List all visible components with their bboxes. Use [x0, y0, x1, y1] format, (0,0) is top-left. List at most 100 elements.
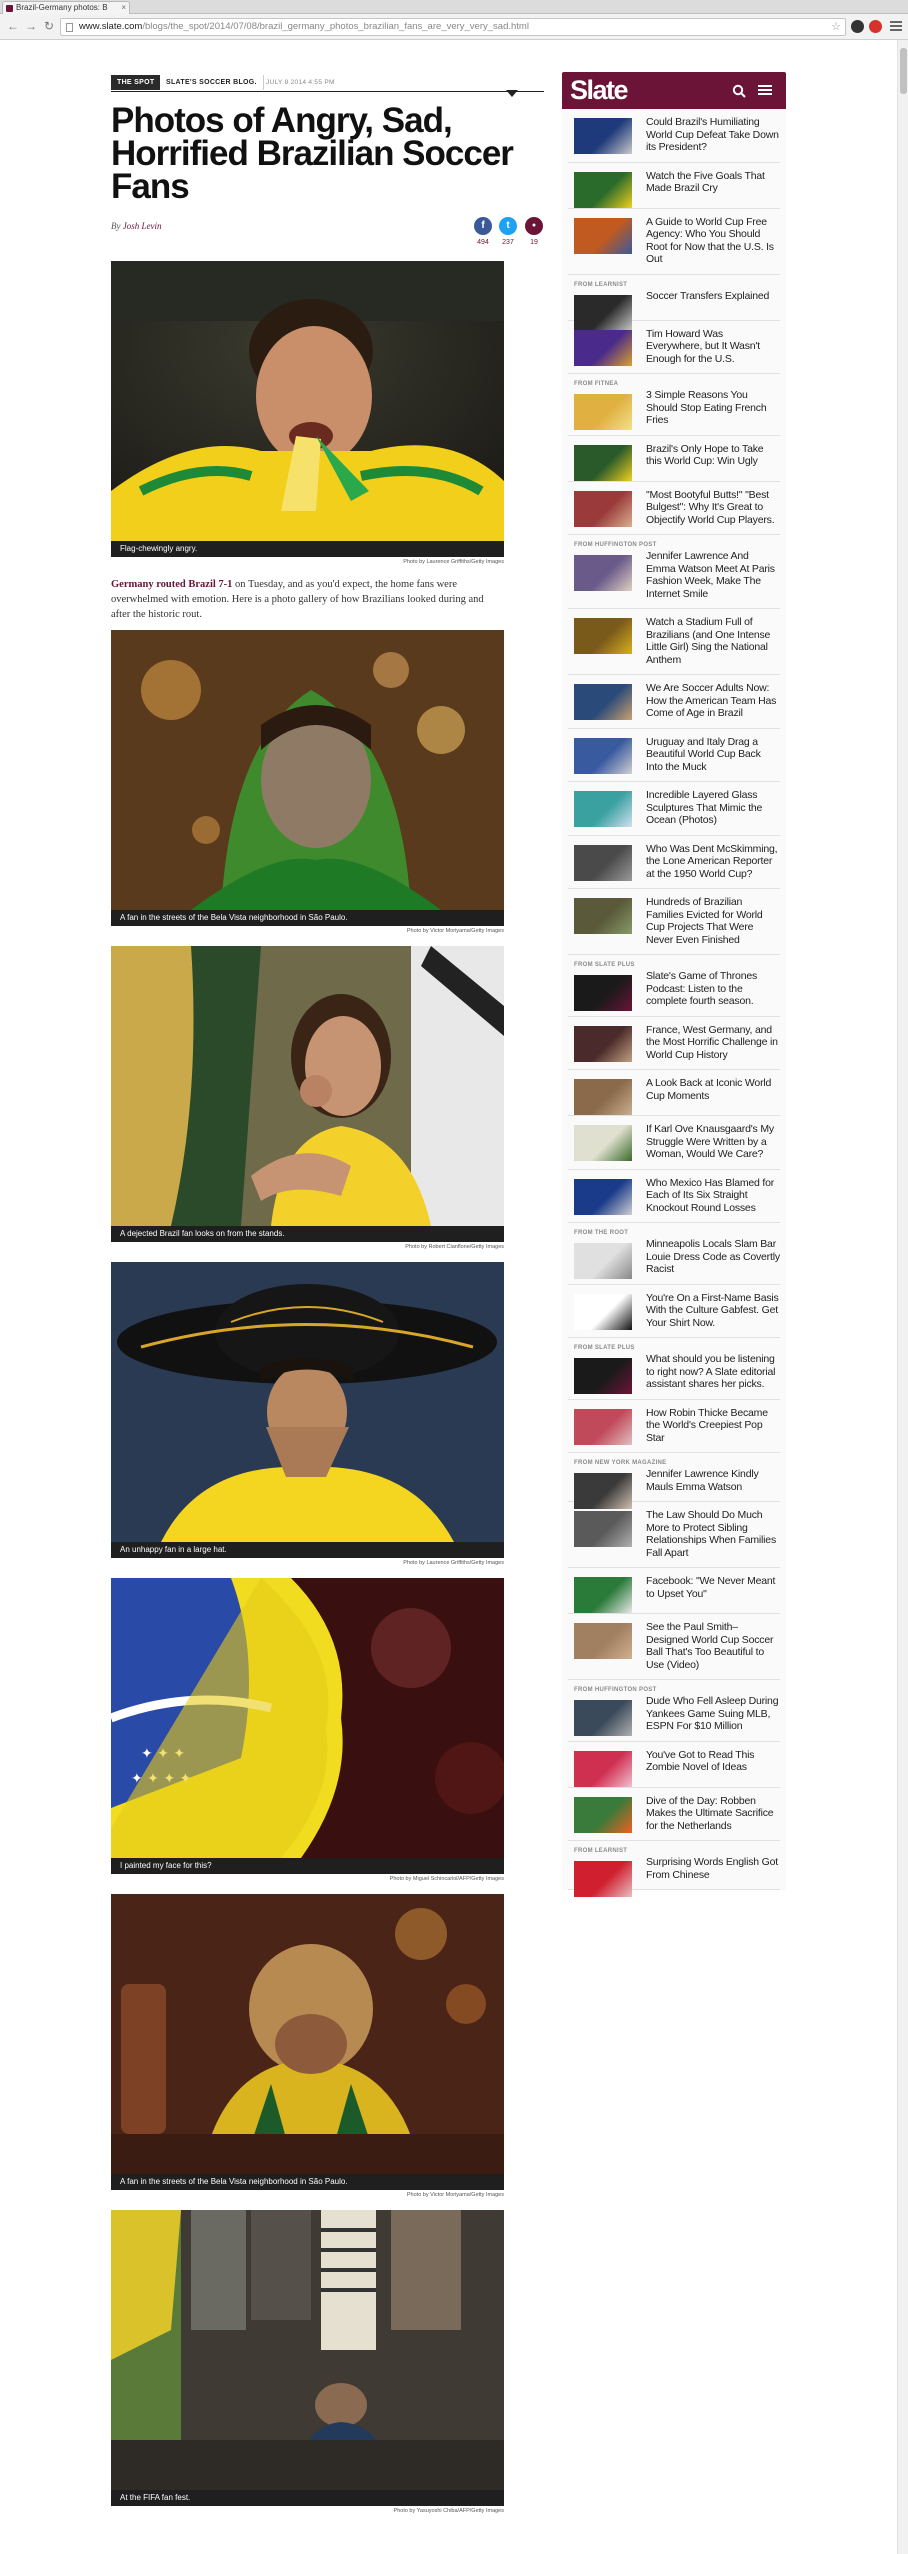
story-thumbnail[interactable] [574, 791, 632, 827]
reload-icon[interactable]: ↻ [42, 19, 56, 33]
sidebar-story[interactable]: Dive of the Day: Robben Makes the Ultima… [568, 1788, 780, 1841]
forward-arrow-icon[interactable]: → [24, 19, 38, 33]
story-thumbnail[interactable] [574, 1293, 632, 1330]
story-title[interactable]: Slate's Game of Thrones Podcast: Listen … [646, 970, 780, 1008]
story-title[interactable]: Tim Howard Was Everywhere, but It Wasn't… [646, 328, 780, 366]
story-thumbnail[interactable] [574, 171, 632, 208]
sidebar-story[interactable]: If Karl Ove Knausgaard's My Struggle Wer… [568, 1116, 780, 1170]
story-title[interactable]: Minneapolis Locals Slam Bar Louie Dress … [646, 1238, 780, 1276]
story-thumbnail[interactable] [574, 975, 632, 1011]
sidebar-story[interactable]: You've Got to Read This Zombie Novel of … [568, 1742, 780, 1788]
story-thumbnail[interactable] [574, 737, 632, 774]
story-thumbnail[interactable] [574, 1796, 632, 1833]
story-title[interactable]: Could Brazil's Humiliating World Cup Def… [646, 116, 780, 154]
story-title[interactable]: Dude Who Fell Asleep During Yankees Game… [646, 1695, 780, 1733]
story-title[interactable]: If Karl Ove Knausgaard's My Struggle Wer… [646, 1123, 780, 1161]
story-title[interactable]: A Guide to World Cup Free Agency: Who Yo… [646, 216, 780, 266]
page-scrollbar[interactable] [897, 40, 908, 2554]
sidebar-story[interactable]: Could Brazil's Humiliating World Cup Def… [568, 109, 780, 163]
story-title[interactable]: Watch the Five Goals That Made Brazil Cr… [646, 170, 780, 195]
story-title[interactable]: You've Got to Read This Zombie Novel of … [646, 1749, 780, 1774]
story-title[interactable]: Soccer Transfers Explained [646, 290, 780, 303]
sidebar-story[interactable]: How Robin Thicke Became the World's Cree… [568, 1400, 780, 1453]
sidebar-story[interactable]: FROM SLATE PLUS What should you be listen… [568, 1338, 780, 1400]
back-arrow-icon[interactable]: ← [6, 19, 20, 33]
photo-7-image[interactable] [111, 2210, 504, 2490]
sidebar-story[interactable]: FROM HUFFINGTON POST Dude Who Fell Asleep… [568, 1680, 780, 1742]
facebook-share-button[interactable]: f 494 [473, 217, 493, 246]
sidebar-story[interactable]: Uruguay and Italy Drag a Beautiful World… [568, 729, 780, 782]
story-title[interactable]: Hundreds of Brazilian Families Evicted f… [646, 896, 780, 946]
story-thumbnail[interactable] [574, 1408, 632, 1445]
sidebar-story[interactable]: France, West Germany, and the Most Horri… [568, 1017, 780, 1070]
photo-1-image[interactable] [111, 261, 504, 541]
blog-tag[interactable]: SLATE'S SOCCER BLOG. [160, 75, 264, 90]
story-thumbnail[interactable] [574, 1511, 632, 1547]
sidebar-story[interactable]: FROM SLATE PLUS Slate's Game of Thrones P… [568, 955, 780, 1017]
sidebar-story[interactable]: FROM LEARNIST Surprising Words English Go… [568, 1841, 780, 1897]
story-thumbnail[interactable] [574, 1358, 632, 1394]
sidebar-story[interactable]: Brazil's Only Hope to Take this World Cu… [568, 436, 780, 482]
slate-logo[interactable]: Slate [570, 75, 629, 105]
story-thumbnail[interactable] [574, 618, 632, 654]
story-title[interactable]: Surprising Words English Got From Chines… [646, 1856, 780, 1881]
story-title[interactable]: We Are Soccer Adults Now: How the Americ… [646, 682, 780, 720]
story-thumbnail[interactable] [574, 1125, 632, 1161]
photo-6-image[interactable] [111, 1894, 504, 2174]
sidebar-story[interactable]: A Guide to World Cup Free Agency: Who Yo… [568, 209, 780, 275]
story-title[interactable]: Incredible Layered Glass Sculptures That… [646, 789, 780, 827]
sidebar-story[interactable]: Tim Howard Was Everywhere, but It Wasn't… [568, 321, 780, 374]
sidebar-story[interactable]: FROM LEARNIST Soccer Transfers Explained [568, 275, 780, 331]
story-thumbnail[interactable] [574, 684, 632, 720]
close-tab-icon[interactable]: × [121, 2, 126, 14]
sidebar-story[interactable]: The Law Should Do Much More to Protect S… [568, 1502, 780, 1568]
sidebar-story[interactable]: FROM NEW YORK MAGAZINE Jennifer Lawrence … [568, 1453, 780, 1509]
story-thumbnail[interactable] [574, 1861, 632, 1897]
story-title[interactable]: Brazil's Only Hope to Take this World Cu… [646, 443, 780, 468]
story-title[interactable]: Facebook: "We Never Meant to Upset You" [646, 1575, 780, 1600]
story-thumbnail[interactable] [574, 1700, 632, 1736]
story-title[interactable]: Jennifer Lawrence And Emma Watson Meet A… [646, 550, 780, 600]
photo-3-image[interactable] [111, 946, 504, 1226]
star-icon[interactable]: ☆ [831, 19, 841, 35]
story-title[interactable]: What should you be listening to right no… [646, 1353, 780, 1391]
story-title[interactable]: Dive of the Day: Robben Makes the Ultima… [646, 1795, 780, 1833]
author-link[interactable]: Josh Levin [123, 221, 162, 231]
story-title[interactable]: See the Paul Smith–Designed World Cup So… [646, 1621, 780, 1671]
story-title[interactable]: Watch a Stadium Full of Brazilians (and … [646, 616, 780, 666]
section-tag[interactable]: THE SPOT [111, 75, 161, 90]
story-title[interactable]: Uruguay and Italy Drag a Beautiful World… [646, 736, 780, 774]
story-title[interactable]: 3 Simple Reasons You Should Stop Eating … [646, 389, 780, 427]
comments-button[interactable]: ● 19 [524, 217, 544, 246]
story-thumbnail[interactable] [574, 844, 632, 881]
sidebar-story[interactable]: Hundreds of Brazilian Families Evicted f… [568, 889, 780, 955]
story-title[interactable]: You're On a First-Name Basis With the Cu… [646, 1292, 780, 1330]
sidebar-story[interactable]: See the Paul Smith–Designed World Cup So… [568, 1614, 780, 1680]
story-thumbnail[interactable] [574, 1243, 632, 1279]
story-thumbnail[interactable] [574, 1577, 632, 1613]
story-title[interactable]: A Look Back at Iconic World Cup Moments [646, 1077, 780, 1102]
story-title[interactable]: Who Was Dent McSkimming, the Lone Americ… [646, 843, 780, 881]
story-thumbnail[interactable] [574, 1623, 632, 1659]
sidebar-story[interactable]: Incredible Layered Glass Sculptures That… [568, 782, 780, 836]
story-thumbnail[interactable] [574, 217, 632, 254]
sidebar-story[interactable]: Watch a Stadium Full of Brazilians (and … [568, 609, 780, 675]
sidebar-story[interactable]: FROM THE ROOT Minneapolis Locals Slam Bar… [568, 1223, 780, 1285]
story-title[interactable]: The Law Should Do Much More to Protect S… [646, 1509, 780, 1559]
story-thumbnail[interactable] [574, 1079, 632, 1115]
story-thumbnail[interactable] [574, 490, 632, 527]
photo-4-image[interactable] [111, 1262, 504, 1542]
browser-menu-icon[interactable] [890, 19, 902, 33]
photo-2-image[interactable] [111, 630, 504, 910]
sidebar-story[interactable]: FROM HUFFINGTON POST Jennifer Lawrence An… [568, 535, 780, 609]
sidebar-story[interactable]: FROM FITNEA 3 Simple Reasons You Should S… [568, 374, 780, 436]
address-bar[interactable]: www.slate.com/blogs/the_spot/2014/07/08/… [60, 18, 846, 36]
intro-link[interactable]: Germany routed Brazil 7-1 [111, 579, 232, 590]
story-title[interactable]: "Most Bootyful Butts!" "Best Bulgest": W… [646, 489, 780, 527]
story-thumbnail[interactable] [574, 1178, 632, 1215]
extension-icon[interactable] [851, 20, 864, 33]
sidebar-story[interactable]: A Look Back at Iconic World Cup Moments [568, 1070, 780, 1116]
sidebar-story[interactable]: Who Was Dent McSkimming, the Lone Americ… [568, 836, 780, 889]
story-thumbnail[interactable] [574, 118, 632, 154]
photo-5-image[interactable]: ✦ ✦ ✦ ✦ ✦ ✦ ✦ [111, 1578, 504, 1858]
